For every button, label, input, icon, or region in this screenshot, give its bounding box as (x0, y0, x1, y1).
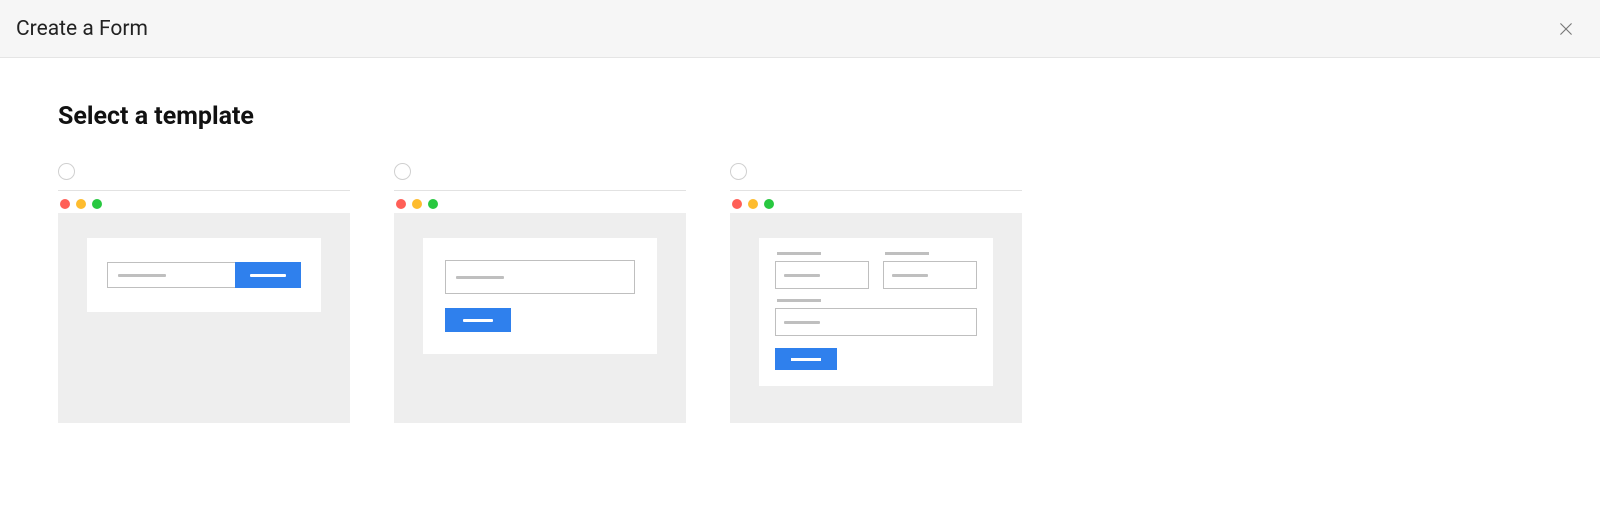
template-thumbnail (394, 213, 686, 423)
thumbnail-button (775, 348, 837, 370)
traffic-dot-red-icon (396, 199, 406, 209)
template-thumbnail (58, 213, 350, 423)
traffic-dot-green-icon (428, 199, 438, 209)
traffic-dot-yellow-icon (76, 199, 86, 209)
traffic-dot-red-icon (60, 199, 70, 209)
thumbnail-inline-row (107, 262, 301, 288)
placeholder-bar (784, 274, 820, 277)
radio-button[interactable] (730, 163, 747, 180)
thumbnail-label-bar (777, 252, 821, 255)
radio-button[interactable] (58, 163, 75, 180)
traffic-dot-yellow-icon (748, 199, 758, 209)
template-radio-row (58, 163, 350, 191)
close-icon (1557, 20, 1575, 38)
modal-content: Select a template (0, 58, 1600, 467)
thumbnail-field-group (775, 252, 869, 289)
templates-row (58, 163, 1542, 423)
placeholder-bar (892, 274, 928, 277)
button-label-bar (791, 358, 821, 361)
thumbnail-card (87, 238, 321, 312)
thumbnail-input (445, 260, 635, 294)
traffic-dot-green-icon (92, 199, 102, 209)
placeholder-bar (118, 274, 166, 277)
thumbnail-card (759, 238, 993, 386)
template-option-multifield[interactable] (730, 163, 1022, 423)
modal-header: Create a Form (0, 0, 1600, 58)
template-option-inline[interactable] (58, 163, 350, 423)
placeholder-bar (784, 321, 820, 324)
traffic-dot-green-icon (764, 199, 774, 209)
template-radio-row (394, 163, 686, 191)
traffic-dot-red-icon (732, 199, 742, 209)
thumbnail-button (235, 262, 301, 288)
thumbnail-card (423, 238, 657, 354)
thumbnail-field-group (775, 299, 977, 336)
modal-title: Create a Form (16, 17, 148, 41)
window-traffic-lights (58, 199, 350, 209)
window-traffic-lights (730, 199, 1022, 209)
thumbnail-button (445, 308, 511, 332)
window-traffic-lights (394, 199, 686, 209)
thumbnail-label-bar (885, 252, 929, 255)
traffic-dot-yellow-icon (412, 199, 422, 209)
button-label-bar (463, 319, 493, 322)
thumbnail-input (883, 261, 977, 289)
thumbnail-two-column (775, 252, 977, 289)
thumbnail-input (107, 262, 235, 288)
placeholder-bar (456, 276, 504, 279)
radio-button[interactable] (394, 163, 411, 180)
thumbnail-input (775, 261, 869, 289)
button-label-bar (250, 274, 286, 277)
section-title: Select a template (58, 102, 1542, 131)
thumbnail-label-bar (777, 299, 821, 302)
template-thumbnail (730, 213, 1022, 423)
template-option-stacked[interactable] (394, 163, 686, 423)
close-button[interactable] (1552, 15, 1580, 43)
thumbnail-input (775, 308, 977, 336)
template-radio-row (730, 163, 1022, 191)
thumbnail-field-group (883, 252, 977, 289)
